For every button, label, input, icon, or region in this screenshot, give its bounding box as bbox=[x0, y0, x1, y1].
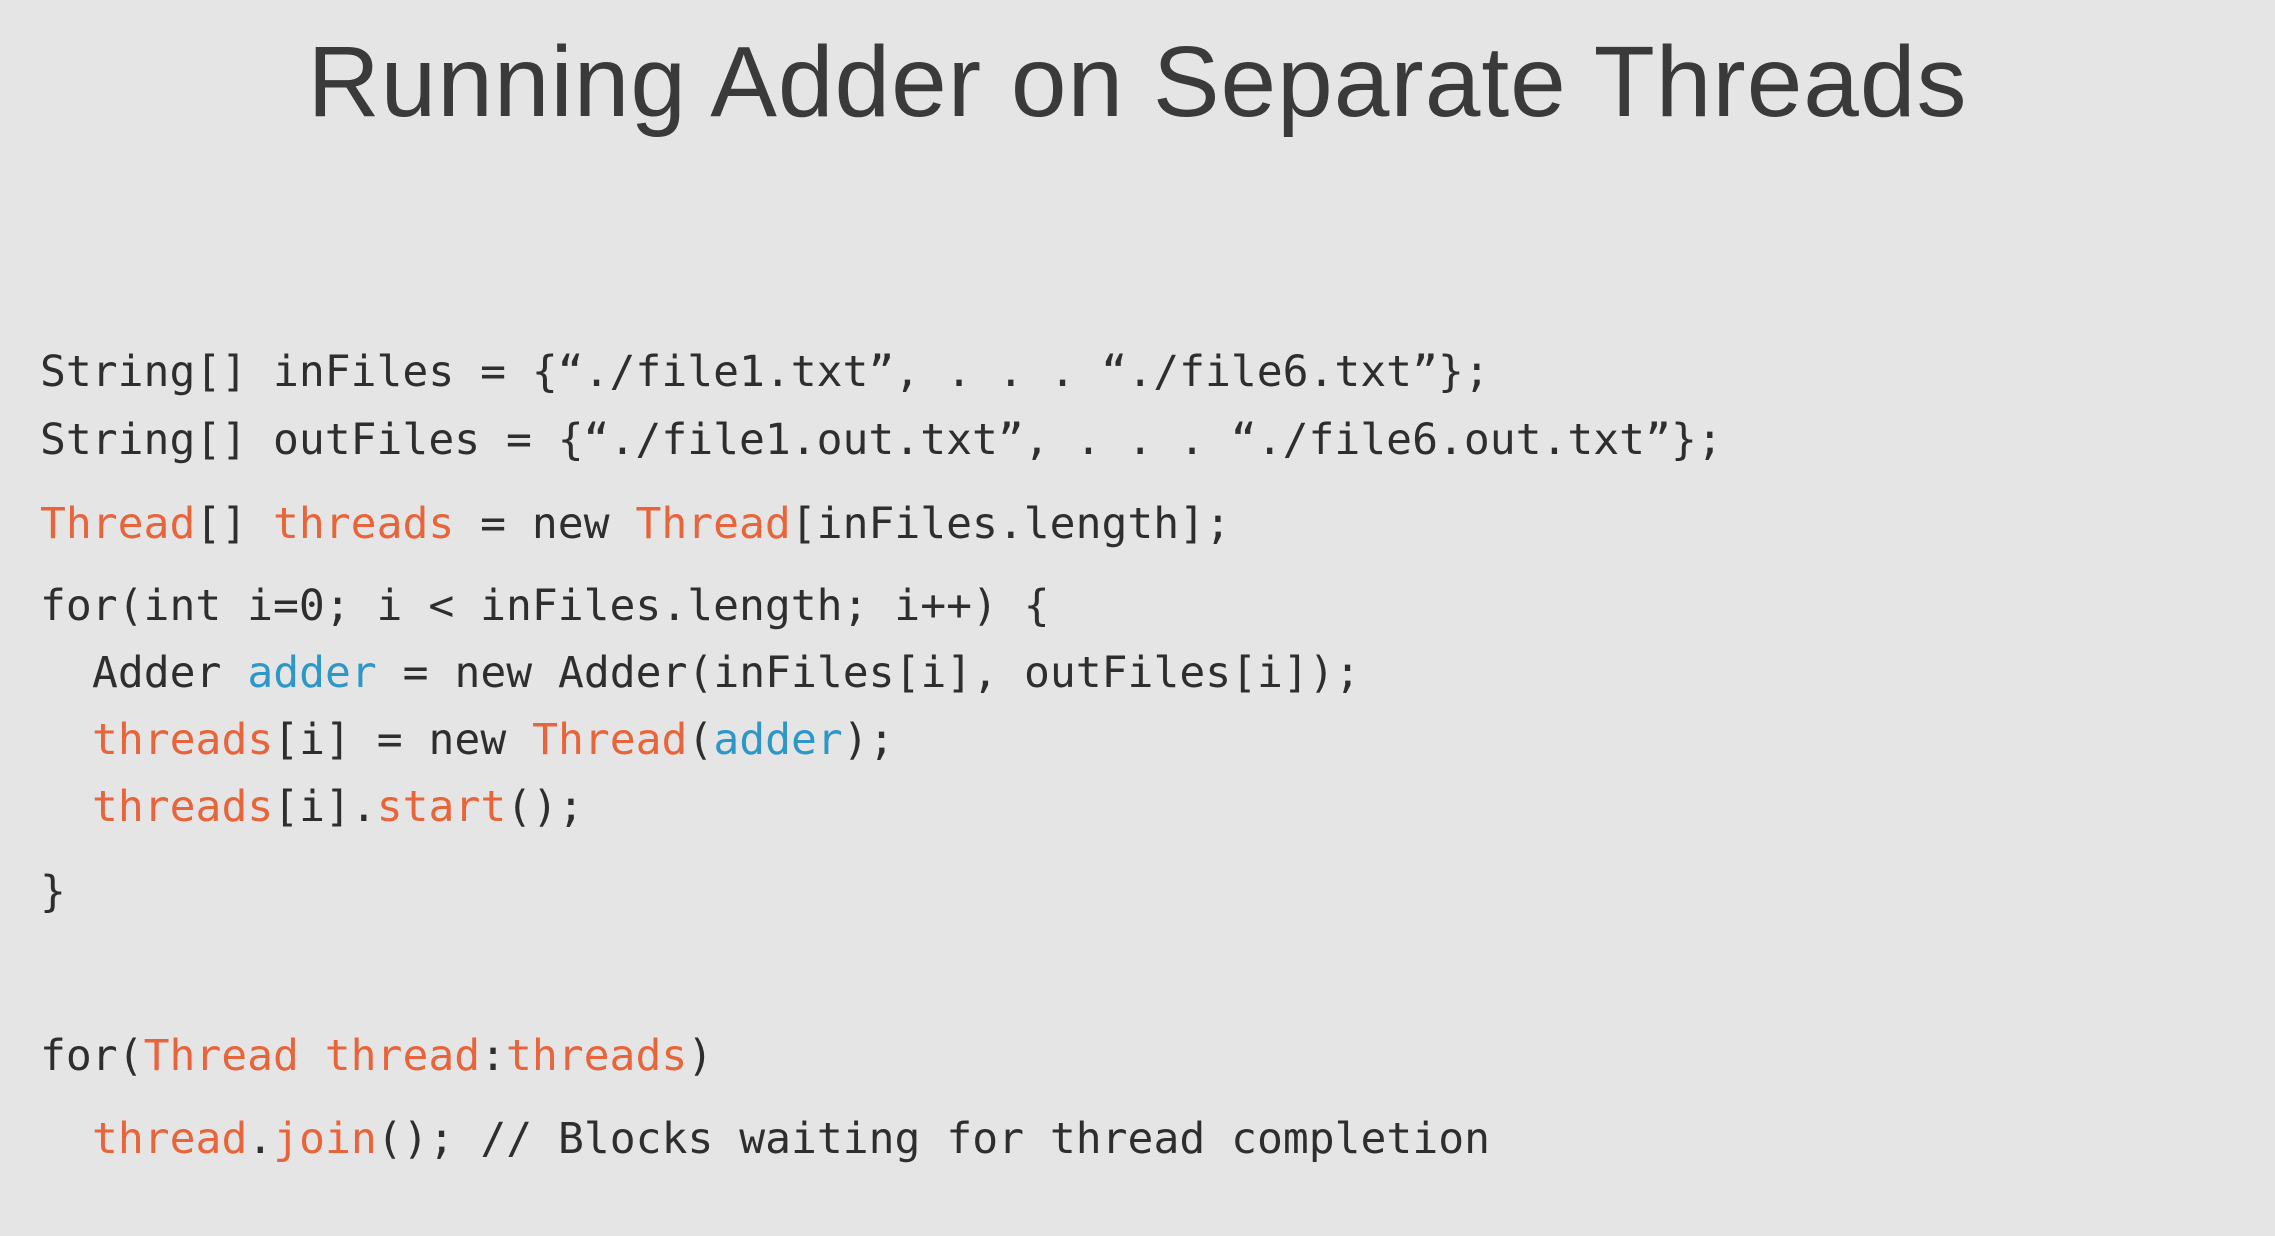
slide: Running Adder on Separate Threads String… bbox=[0, 0, 2275, 1236]
code-token: Thread bbox=[40, 499, 196, 549]
code-token: (); // Blocks waiting for thread complet… bbox=[376, 1114, 1490, 1164]
code-line-for-loop: for(int i=0; i < inFiles.length; i++) { bbox=[40, 576, 1050, 636]
code-token: : bbox=[480, 1031, 506, 1081]
code-token: Thread bbox=[532, 715, 688, 765]
code-token: adder bbox=[247, 648, 377, 698]
code-line-infiles: String[] inFiles = {“./file1.txt”, . . .… bbox=[40, 342, 1490, 402]
code-token: ); bbox=[842, 715, 895, 765]
code-token: for( bbox=[40, 1031, 144, 1081]
code-token: threads bbox=[92, 715, 274, 765]
code-token: threads bbox=[506, 1031, 688, 1081]
code-token: (); bbox=[506, 782, 584, 832]
code-token: } bbox=[40, 867, 66, 917]
code-line-outfiles: String[] outFiles = {“./file1.out.txt”, … bbox=[40, 410, 1723, 470]
code-token: [i] = new bbox=[273, 715, 533, 765]
code-token: . bbox=[247, 1114, 274, 1164]
code-token: start bbox=[376, 782, 507, 832]
code-token: adder bbox=[713, 715, 843, 765]
code-token: String[] inFiles = {“./file1.txt”, . . .… bbox=[40, 347, 1490, 397]
code-line-thread-join: thread.join(); // Blocks waiting for thr… bbox=[92, 1109, 1490, 1169]
code-line-thread-start: threads[i].start(); bbox=[92, 777, 584, 837]
code-line-for-each: for(Thread thread:threads) bbox=[40, 1026, 713, 1086]
code-token: ) bbox=[687, 1031, 714, 1081]
code-line-threads-array: Thread[] threads = new Thread[inFiles.le… bbox=[40, 494, 1231, 554]
code-token: [] bbox=[195, 499, 274, 549]
code-token: for(int i=0; i < inFiles.length; i++) { bbox=[40, 581, 1050, 631]
code-token: threads bbox=[273, 499, 455, 549]
code-token: String[] outFiles = {“./file1.out.txt”, … bbox=[40, 415, 1723, 465]
slide-title: Running Adder on Separate Threads bbox=[307, 26, 1968, 138]
code-token: Thread thread bbox=[143, 1031, 481, 1081]
code-token: threads bbox=[92, 782, 274, 832]
code-token: = new Adder(inFiles[i], outFiles[i]); bbox=[376, 648, 1361, 698]
code-token: [inFiles.length]; bbox=[790, 499, 1231, 549]
code-token: Thread bbox=[635, 499, 791, 549]
code-token: join bbox=[273, 1114, 377, 1164]
code-token: thread bbox=[92, 1114, 248, 1164]
code-line-new-thread: threads[i] = new Thread(adder); bbox=[92, 710, 895, 770]
code-token: = new bbox=[454, 499, 636, 549]
code-block: String[] inFiles = {“./file1.txt”, . . .… bbox=[40, 0, 1723, 1164]
code-token: Adder bbox=[92, 648, 248, 698]
code-line-close-brace: } bbox=[40, 862, 66, 922]
code-token: [i]. bbox=[273, 782, 377, 832]
code-token: ( bbox=[687, 715, 714, 765]
code-line-new-adder: Adder adder = new Adder(inFiles[i], outF… bbox=[92, 643, 1361, 703]
